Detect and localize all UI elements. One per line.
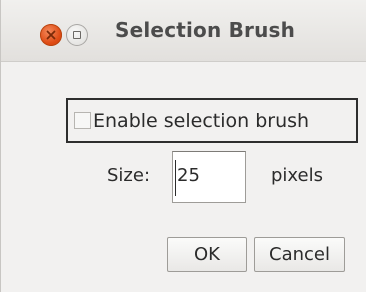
- maximize-button[interactable]: [66, 24, 88, 46]
- enable-brush-checkbox[interactable]: [74, 112, 91, 129]
- size-label: Size:: [107, 165, 151, 186]
- size-input[interactable]: 25: [172, 151, 246, 203]
- window-title: Selection Brush: [115, 18, 296, 42]
- close-button[interactable]: [40, 24, 62, 46]
- size-value: 25: [177, 165, 200, 186]
- title-bar[interactable]: Selection Brush: [1, 0, 366, 62]
- ok-button[interactable]: OK: [167, 237, 247, 272]
- close-icon: [46, 30, 56, 40]
- text-caret: [175, 160, 176, 196]
- selection-brush-dialog: Selection Brush Enable selection brush S…: [0, 0, 366, 292]
- maximize-icon: [73, 31, 81, 39]
- units-label: pixels: [271, 165, 323, 186]
- enable-brush-checkbox-row[interactable]: Enable selection brush: [66, 98, 358, 143]
- cancel-button[interactable]: Cancel: [254, 237, 345, 272]
- enable-brush-label: Enable selection brush: [93, 109, 310, 132]
